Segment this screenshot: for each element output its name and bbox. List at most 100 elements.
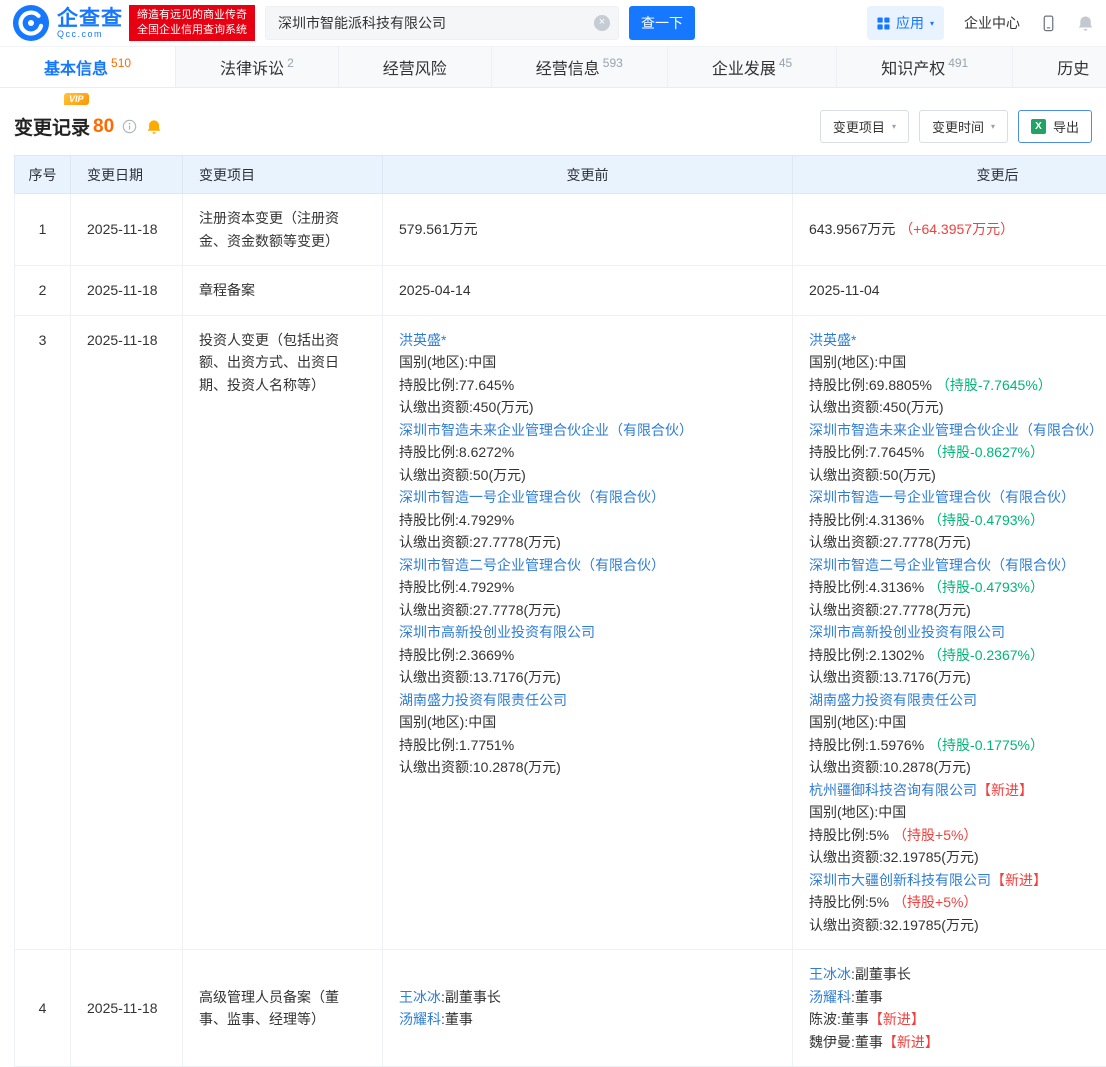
tab-经营信息[interactable]: 经营信息593 bbox=[492, 47, 668, 87]
search-button[interactable]: 查一下 bbox=[629, 6, 695, 40]
entity-link[interactable]: 洪英盛* bbox=[809, 332, 856, 348]
cell-line: 深圳市智造一号企业管理合伙（有限合伙） bbox=[399, 486, 776, 509]
before-cell: 王冰冰:副董事长汤耀科:董事 bbox=[383, 950, 793, 1067]
clear-search-icon[interactable]: × bbox=[594, 15, 610, 31]
search-input[interactable] bbox=[265, 6, 619, 40]
info-icon[interactable] bbox=[122, 119, 137, 134]
entity-link[interactable]: 深圳市大疆创新科技有限公司 bbox=[809, 872, 991, 888]
qcc-logo[interactable]: 企查查 Qcc.com bbox=[12, 4, 123, 42]
filter-change-item-button[interactable]: 变更项目 ▾ bbox=[820, 110, 909, 143]
monitor-bell-icon[interactable] bbox=[146, 119, 162, 135]
vip-badge: VIP bbox=[64, 93, 89, 105]
tab-count: 510 bbox=[111, 56, 131, 70]
enterprise-center-link[interactable]: 企业中心 bbox=[964, 13, 1020, 33]
text-segment: （持股-0.4793%） bbox=[928, 579, 1044, 595]
entity-link[interactable]: 洪英盛* bbox=[399, 332, 446, 348]
table-header-row: 序号变更日期变更项目变更前变更后 bbox=[15, 156, 1106, 194]
filter-change-time-button[interactable]: 变更时间 ▾ bbox=[919, 110, 1008, 143]
entity-link[interactable]: 王冰冰 bbox=[399, 989, 441, 1005]
tab-label: 法律诉讼 bbox=[220, 55, 284, 79]
tab-基本信息[interactable]: 基本信息510 bbox=[0, 47, 176, 87]
entity-link[interactable]: 王冰冰 bbox=[809, 966, 851, 982]
notification-bell-icon[interactable] bbox=[1077, 15, 1094, 32]
tab-历史[interactable]: 历史 bbox=[1013, 47, 1106, 87]
table-body: 12025-11-18注册资本变更（注册资金、资金数额等变更）579.561万元… bbox=[15, 194, 1106, 1067]
entity-link[interactable]: 深圳市智造二号企业管理合伙（有限合伙） bbox=[399, 557, 665, 573]
entity-link[interactable]: 湖南盛力投资有限责任公司 bbox=[399, 692, 567, 708]
tab-count: 2 bbox=[287, 56, 294, 70]
top-header: 企查查 Qcc.com 缔造有远见的商业传奇 全国企业信用查询系统 × 查一下 … bbox=[0, 0, 1106, 46]
text-segment: 认缴出资额:27.7778(万元) bbox=[399, 534, 561, 550]
text-segment: （持股-0.8627%） bbox=[928, 444, 1044, 460]
cell-line: 持股比例:2.1302% （持股-0.2367%） bbox=[809, 644, 1106, 667]
cell-line: 杭州疆御科技咨询有限公司【新进】 bbox=[809, 779, 1106, 802]
text-segment: 认缴出资额:32.19785(万元) bbox=[809, 849, 979, 865]
cell-line: 深圳市智造二号企业管理合伙（有限合伙） bbox=[809, 554, 1106, 577]
tab-经营风险[interactable]: 经营风险 bbox=[339, 47, 492, 87]
cell-line: 湖南盛力投资有限责任公司 bbox=[809, 689, 1106, 712]
apps-label: 应用 bbox=[896, 13, 924, 33]
cell-line: 持股比例:77.645% bbox=[399, 374, 776, 397]
cell-line: 认缴出资额:27.7778(万元) bbox=[399, 531, 776, 554]
row-number: 1 bbox=[15, 194, 71, 266]
cell-line: 国别(地区):中国 bbox=[809, 801, 1106, 824]
column-header: 变更后 bbox=[793, 156, 1106, 194]
change-date: 2025-11-18 bbox=[71, 950, 183, 1067]
section-header: VIP 变更记录 80 变更项目 ▾ 变更时间 ▾ X 导出 bbox=[0, 88, 1106, 155]
search-box: × bbox=[265, 6, 619, 40]
text-segment: 持股比例:2.1302% bbox=[809, 647, 928, 663]
entity-link[interactable]: 深圳市智造一号企业管理合伙（有限合伙） bbox=[809, 489, 1075, 505]
after-cell: 2025-11-04 bbox=[793, 266, 1106, 316]
logo-text-block: 企查查 Qcc.com bbox=[57, 8, 123, 39]
chevron-down-icon: ▾ bbox=[930, 19, 934, 28]
entity-link[interactable]: 深圳市高新投创业投资有限公司 bbox=[809, 624, 1005, 640]
record-count: 80 bbox=[93, 116, 114, 138]
row-number: 4 bbox=[15, 950, 71, 1067]
before-cell: 2025-04-14 bbox=[383, 266, 793, 316]
cell-line: 国别(地区):中国 bbox=[399, 711, 776, 734]
tab-企业发展[interactable]: 企业发展45 bbox=[668, 47, 837, 87]
text-segment: 认缴出资额:450(万元) bbox=[809, 399, 944, 415]
after-cell: 王冰冰:副董事长汤耀科:董事陈波:董事【新进】魏伊曼:董事【新进】 bbox=[793, 950, 1106, 1067]
header-right-group: 应用 ▾ 企业中心 bbox=[867, 6, 1094, 40]
text-segment: （+64.3957万元） bbox=[899, 221, 1014, 237]
export-label: 导出 bbox=[1053, 117, 1079, 136]
change-date: 2025-11-18 bbox=[71, 315, 183, 950]
tab-知识产权[interactable]: 知识产权491 bbox=[837, 47, 1013, 87]
entity-link[interactable]: 深圳市智造一号企业管理合伙（有限合伙） bbox=[399, 489, 665, 505]
cell-line: 持股比例:8.6272% bbox=[399, 441, 776, 464]
tab-count: 491 bbox=[948, 56, 968, 70]
apps-dropdown[interactable]: 应用 ▾ bbox=[867, 6, 944, 40]
cell-line: 认缴出资额:27.7778(万元) bbox=[809, 599, 1106, 622]
row-number: 2 bbox=[15, 266, 71, 316]
text-segment: :董事 bbox=[851, 989, 883, 1005]
cell-line: 汤耀科:董事 bbox=[399, 1008, 776, 1031]
entity-link[interactable]: 深圳市高新投创业投资有限公司 bbox=[399, 624, 595, 640]
cell-line: 持股比例:1.7751% bbox=[399, 734, 776, 757]
entity-link[interactable]: 深圳市智造二号企业管理合伙（有限合伙） bbox=[809, 557, 1075, 573]
text-segment: （持股-0.1775%） bbox=[928, 737, 1044, 753]
entity-link[interactable]: 湖南盛力投资有限责任公司 bbox=[809, 692, 977, 708]
text-segment: 认缴出资额:50(万元) bbox=[399, 467, 526, 483]
entity-link[interactable]: 杭州疆御科技咨询有限公司 bbox=[809, 782, 977, 798]
entity-link[interactable]: 汤耀科 bbox=[809, 989, 851, 1005]
cell-line: 深圳市高新投创业投资有限公司 bbox=[399, 621, 776, 644]
text-segment: 持股比例:77.645% bbox=[399, 377, 514, 393]
cell-line: 汤耀科:董事 bbox=[809, 986, 1106, 1009]
text-segment: 国别(地区):中国 bbox=[809, 354, 906, 370]
chevron-down-icon: ▾ bbox=[991, 122, 995, 131]
entity-link[interactable]: 汤耀科 bbox=[399, 1011, 441, 1027]
change-item: 投资人变更（包括出资额、出资方式、出资日期、投资人名称等） bbox=[183, 315, 383, 950]
text-segment: 2025-04-14 bbox=[399, 282, 471, 298]
cell-line: 持股比例:4.7929% bbox=[399, 576, 776, 599]
entity-link[interactable]: 深圳市智造未来企业管理合伙企业（有限合伙） bbox=[399, 422, 693, 438]
entity-link[interactable]: 深圳市智造未来企业管理合伙企业（有限合伙） bbox=[809, 422, 1103, 438]
chevron-down-icon: ▾ bbox=[892, 122, 896, 131]
tab-法律诉讼[interactable]: 法律诉讼2 bbox=[176, 47, 339, 87]
text-segment: 认缴出资额:50(万元) bbox=[809, 467, 936, 483]
mobile-phone-icon[interactable] bbox=[1040, 15, 1057, 32]
text-segment: 持股比例:4.7929% bbox=[399, 579, 514, 595]
export-button[interactable]: X 导出 bbox=[1018, 110, 1092, 143]
cell-line: 王冰冰:副董事长 bbox=[399, 986, 776, 1009]
text-segment: 认缴出资额:13.7176(万元) bbox=[399, 669, 561, 685]
